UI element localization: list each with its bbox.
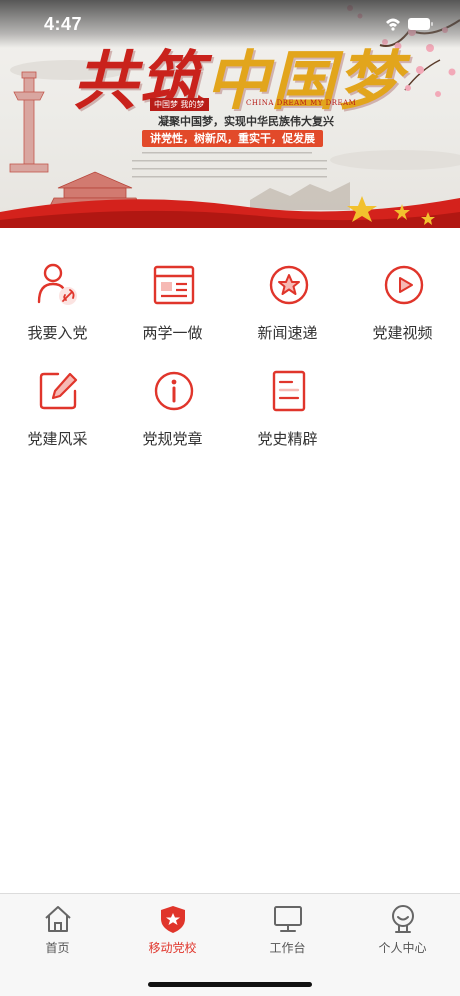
menu-item-label: 党史精辟 (257, 430, 318, 448)
tab-bar: 首页 移动党校 工作台 个人中心 (0, 893, 460, 996)
newspaper-icon (153, 265, 195, 305)
menu-item-label: 党建视频 (372, 324, 433, 342)
menu-item-label: 党规党章 (142, 430, 203, 448)
star-circle-icon (269, 265, 309, 305)
menu-item-regulations[interactable]: 党规党章 (115, 334, 230, 448)
person-party-icon (37, 263, 77, 305)
banner-subtitle: 凝聚中国梦，实现中华民族伟大复兴 (158, 115, 334, 128)
tab-home[interactable]: 首页 (0, 894, 115, 964)
tab-mobile-party-school[interactable]: 移动党校 (115, 894, 230, 964)
info-circle-icon (154, 371, 194, 411)
edit-icon (39, 372, 78, 410)
menu-item-party-style[interactable]: 党建风采 (0, 334, 115, 448)
menu-item-label: 党建风采 (27, 430, 88, 448)
tab-label: 工作台 (269, 941, 306, 955)
tab-label: 移动党校 (148, 941, 197, 955)
menu-item-join-party[interactable]: 我要入党 (0, 228, 115, 342)
document-icon (272, 370, 306, 412)
banner[interactable]: 共筑中国梦 中国梦 我的梦 CHINA DREAM MY DREAM 凝聚中国梦… (0, 0, 460, 228)
menu-item-video[interactable]: 党建视频 (345, 228, 460, 342)
tab-label: 首页 (45, 941, 70, 955)
banner-tag: 中国梦 我的梦 (150, 98, 209, 111)
tab-label: 个人中心 (378, 941, 427, 955)
battery-icon (408, 18, 433, 30)
menu-item-party-history[interactable]: 党史精辟 (230, 334, 345, 448)
home-icon (45, 906, 71, 932)
tab-profile[interactable]: 个人中心 (345, 894, 460, 964)
status-time: 4:47 (44, 14, 83, 34)
status-bar: 4:47 (0, 0, 460, 48)
banner-title-part2: 中国梦 (205, 44, 403, 119)
tab-workbench[interactable]: 工作台 (230, 894, 345, 964)
home-indicator[interactable] (148, 982, 312, 987)
shield-star-icon (161, 906, 185, 933)
status-icons (386, 18, 433, 31)
monitor-icon (274, 906, 302, 932)
menu-item-two-studies[interactable]: 两学一做 (115, 228, 230, 342)
banner-english: CHINA DREAM MY DREAM (246, 99, 357, 107)
user-icon (392, 905, 414, 933)
menu-item-news[interactable]: 新闻速递 (230, 228, 345, 342)
play-circle-icon (384, 265, 424, 305)
wifi-icon (386, 18, 400, 31)
banner-slogan: 讲党性，树新风，重实干，促发展 (142, 130, 323, 147)
